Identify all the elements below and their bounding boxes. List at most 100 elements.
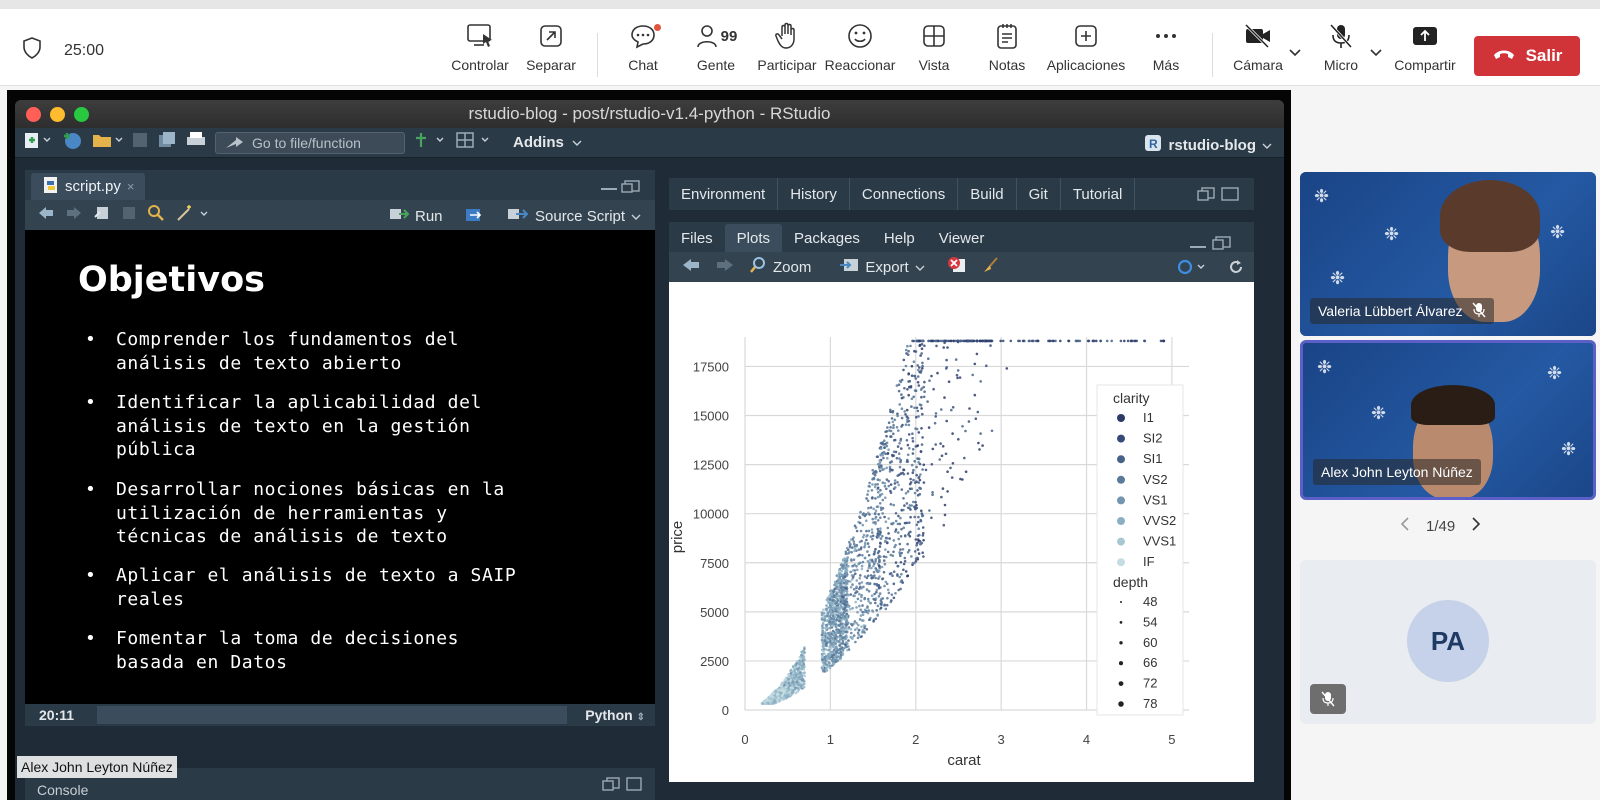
data-point: [893, 418, 897, 422]
editor-tab[interactable]: script.py ×: [31, 173, 145, 200]
chat-button[interactable]: Chat: [603, 21, 683, 73]
data-point: [978, 448, 981, 451]
slide-bullet: • Comprender los fundamentos del análisis …: [85, 328, 645, 375]
new-project-icon[interactable]: [61, 130, 83, 155]
participar-button[interactable]: Participar: [747, 21, 827, 73]
forward-arrow-icon[interactable]: [65, 206, 83, 224]
remove-plot-icon[interactable]: [947, 256, 967, 278]
data-point: [879, 493, 882, 497]
data-point: [916, 556, 919, 560]
open-folder-icon[interactable]: [91, 130, 123, 155]
notas-button[interactable]: Notas: [967, 21, 1047, 73]
data-point: [1078, 339, 1082, 343]
addins-menu[interactable]: Addins: [513, 134, 564, 151]
export-button[interactable]: Export: [839, 257, 925, 277]
tab-git[interactable]: Git: [1017, 178, 1061, 210]
separar-button[interactable]: Separar: [511, 21, 591, 73]
code-tools-wand-icon[interactable]: [175, 204, 209, 226]
tab-files[interactable]: Files: [669, 224, 725, 252]
toolbar-label: Participar: [757, 57, 817, 73]
participant-tile[interactable]: ❉ ❉ ❉ ❉ Valeria Lübbert Álvarez: [1300, 172, 1596, 336]
zoom-button[interactable]: Zoom: [749, 256, 811, 278]
tab-connections[interactable]: Connections: [850, 178, 959, 210]
data-point: [854, 526, 858, 529]
data-point: [879, 537, 883, 540]
tab-viewer[interactable]: Viewer: [927, 224, 997, 252]
pane-minimize-maximize-icon[interactable]: [599, 179, 641, 198]
tab-build[interactable]: Build: [958, 178, 1017, 210]
data-point: [871, 531, 874, 534]
zoom-window-icon[interactable]: [74, 107, 89, 122]
save-icon[interactable]: [131, 131, 149, 154]
tab-history[interactable]: History: [778, 178, 850, 210]
camera-options-chevron-icon[interactable]: [1288, 45, 1302, 63]
tab-environment[interactable]: Environment: [669, 178, 779, 210]
camara-button[interactable]: Cámara: [1218, 21, 1298, 73]
previous-page-chevron-icon[interactable]: [1400, 516, 1410, 536]
data-point: [841, 566, 844, 569]
find-icon[interactable]: [147, 204, 165, 226]
language-selector[interactable]: Python ⇕: [585, 707, 645, 723]
data-point: [900, 508, 904, 512]
plot-forward-icon[interactable]: [715, 258, 735, 276]
editor-canvas[interactable]: Objetivos • Comprender los fundamentos de…: [25, 230, 655, 704]
mic-options-chevron-icon[interactable]: [1369, 45, 1383, 63]
data-point: [904, 423, 908, 426]
data-point: [1075, 339, 1078, 343]
data-point: [870, 594, 874, 597]
source-script-button[interactable]: Source Script: [507, 206, 641, 226]
tab-plots[interactable]: Plots: [724, 224, 783, 252]
participants-pager: 1/49: [1400, 516, 1481, 536]
minimize-window-icon[interactable]: [50, 107, 65, 122]
back-arrow-icon[interactable]: [37, 206, 55, 224]
compartir-button[interactable]: Compartir: [1385, 21, 1465, 73]
data-point: [894, 561, 898, 564]
save-all-icon[interactable]: [157, 131, 177, 154]
mas-button[interactable]: Más: [1126, 21, 1206, 73]
data-point: [881, 534, 884, 538]
clear-plots-broom-icon[interactable]: [981, 256, 1001, 278]
console-pane-controls-icon[interactable]: [599, 776, 643, 795]
data-point: [913, 515, 916, 519]
vista-button[interactable]: Vista: [894, 21, 974, 73]
layout-grid-icon[interactable]: [455, 130, 493, 155]
data-point: [866, 569, 869, 573]
next-page-chevron-icon[interactable]: [1471, 516, 1481, 536]
reaccionar-button[interactable]: Reaccionar: [820, 21, 900, 73]
data-point: [835, 656, 839, 659]
plot-back-icon[interactable]: [681, 258, 701, 276]
refresh-icon[interactable]: [1227, 258, 1245, 280]
data-point: [968, 407, 971, 410]
close-window-icon[interactable]: [26, 107, 41, 122]
gente-button[interactable]: 99 Gente: [676, 21, 756, 73]
goto-file-function-input[interactable]: Go to file/function: [215, 131, 405, 154]
top-pane-controls-icon[interactable]: [1184, 178, 1254, 210]
print-icon[interactable]: [185, 131, 207, 154]
data-point: [843, 578, 846, 581]
show-in-window-icon[interactable]: [93, 205, 111, 225]
rerun-icon[interactable]: [465, 207, 485, 227]
leave-button[interactable]: Salir: [1474, 36, 1580, 76]
new-file-icon[interactable]: [23, 130, 53, 155]
controlar-button[interactable]: Controlar: [440, 21, 520, 73]
participant-tile-placeholder[interactable]: PA: [1300, 560, 1596, 724]
data-point: [878, 592, 882, 596]
data-point: [885, 582, 889, 586]
run-button[interactable]: Run: [389, 206, 443, 226]
addins-chevron-icon[interactable]: [572, 134, 582, 152]
data-point: [861, 560, 865, 564]
tab-packages[interactable]: Packages: [782, 224, 872, 252]
editor-save-icon[interactable]: [121, 205, 137, 225]
vcs-icon[interactable]: [413, 130, 447, 155]
close-tab-icon[interactable]: ×: [127, 179, 135, 194]
aplicaciones-button[interactable]: Aplicaciones: [1046, 21, 1126, 73]
participant-tile-active[interactable]: ❉ ❉ ❉ ❉ Alex John Leyton Núñez: [1300, 340, 1596, 500]
more-icon: [1153, 21, 1179, 51]
tab-help[interactable]: Help: [872, 224, 927, 252]
legend-swatch: [1117, 496, 1125, 505]
publish-icon[interactable]: [1177, 259, 1209, 279]
data-point: [844, 627, 848, 631]
project-menu[interactable]: R rstudio-blog: [1143, 133, 1272, 157]
shield-icon[interactable]: [22, 37, 42, 64]
tab-tutorial[interactable]: Tutorial: [1061, 178, 1136, 210]
